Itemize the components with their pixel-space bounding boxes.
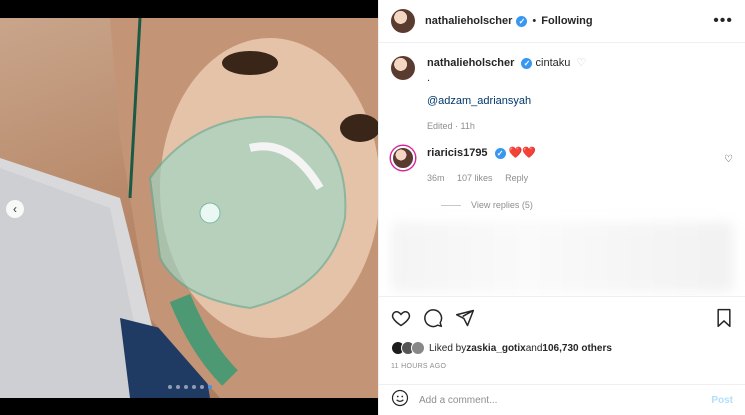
verified-badge-icon: ✓: [494, 148, 506, 159]
comments-list[interactable]: nathalieholscher ✓ cintaku ♡ . @adzam_ad…: [379, 44, 745, 296]
caption: nathalieholscher ✓ cintaku ♡ . @adzam_ad…: [391, 56, 733, 134]
comment-item: riaricis1795 ✓ ❤️❤️ 36m 107 likes Reply …: [391, 146, 733, 186]
comment-meta: 36m 107 likes Reply: [427, 171, 538, 186]
likes-prefix: Liked by: [429, 342, 467, 354]
replies-divider: [441, 204, 461, 206]
comment-like-icon[interactable]: ♡: [724, 154, 733, 165]
action-icons: [391, 305, 733, 331]
carousel-dot: [168, 385, 172, 389]
author-avatar[interactable]: [391, 9, 415, 33]
post-side-panel: nathalieholscher ✓ • Following ••• natha…: [378, 0, 745, 415]
share-icon[interactable]: [455, 308, 475, 328]
author-username[interactable]: nathalieholscher: [425, 15, 512, 27]
heart-outline-icon[interactable]: ♡: [576, 56, 586, 71]
comment-text: ❤️❤️: [508, 147, 537, 159]
view-replies-button[interactable]: View replies (5): [441, 200, 733, 210]
likes-others-link[interactable]: 106,730 others: [542, 343, 612, 354]
carousel-dot-active: [208, 385, 212, 389]
liker-avatars: [391, 341, 425, 355]
caption-avatar[interactable]: [391, 56, 415, 80]
caption-text: cintaku: [535, 57, 571, 69]
likes-user-link[interactable]: zaskia_gotix: [466, 343, 525, 354]
likes-summary: Liked by zaskia_gotix and 106,730 others: [391, 341, 733, 355]
more-options-icon[interactable]: •••: [713, 12, 733, 30]
comment-likes[interactable]: 107 likes: [457, 173, 493, 183]
liker-avatar: [411, 341, 425, 355]
comment-composer: Post: [379, 384, 745, 415]
commenter-username[interactable]: riaricis1795: [427, 147, 488, 159]
post-photo: [0, 18, 378, 398]
comment-input[interactable]: [419, 394, 712, 406]
verified-badge-icon: ✓: [516, 15, 528, 27]
like-icon[interactable]: [391, 308, 411, 328]
photo-illustration: [0, 18, 378, 398]
carousel-dot: [200, 385, 204, 389]
save-icon[interactable]: [715, 308, 733, 328]
caption-dot: .: [427, 72, 431, 84]
post-modal: ‹ nathalieholscher ✓ • Following ••• nat…: [0, 0, 745, 415]
header-separator: •: [532, 15, 537, 27]
post-actions: Liked by zaskia_gotix and 106,730 others…: [379, 296, 745, 370]
view-replies-label: View replies (5): [471, 200, 533, 210]
post-comment-button[interactable]: Post: [711, 395, 733, 406]
carousel-dot: [192, 385, 196, 389]
post-timestamp: 11 HOURS AGO: [391, 363, 447, 370]
emoji-icon[interactable]: [391, 389, 409, 412]
following-button[interactable]: Following: [541, 15, 592, 27]
comment-body: riaricis1795 ✓ ❤️❤️ 36m 107 likes Reply: [427, 146, 538, 186]
carousel-dot: [184, 385, 188, 389]
carousel-prev-button[interactable]: ‹: [6, 200, 24, 218]
commenter-avatar[interactable]: [391, 146, 415, 170]
chevron-left-icon: ‹: [13, 202, 17, 216]
caption-mention-link[interactable]: @adzam_adriansyah: [427, 94, 586, 109]
caption-username[interactable]: nathalieholscher: [427, 57, 514, 69]
carousel-indicator: [168, 385, 212, 389]
comment-time: 36m: [427, 173, 445, 183]
post-media: ‹: [0, 0, 378, 415]
likes-middle: and: [525, 342, 543, 354]
carousel-dot: [176, 385, 180, 389]
caption-body: nathalieholscher ✓ cintaku ♡ . @adzam_ad…: [427, 56, 586, 134]
comment-icon[interactable]: [423, 308, 443, 328]
blurred-comments: [391, 222, 733, 292]
caption-meta: Edited · 11h: [427, 121, 475, 131]
reply-button[interactable]: Reply: [505, 173, 528, 183]
post-header: nathalieholscher ✓ • Following •••: [379, 0, 745, 43]
verified-badge-icon: ✓: [521, 58, 533, 69]
